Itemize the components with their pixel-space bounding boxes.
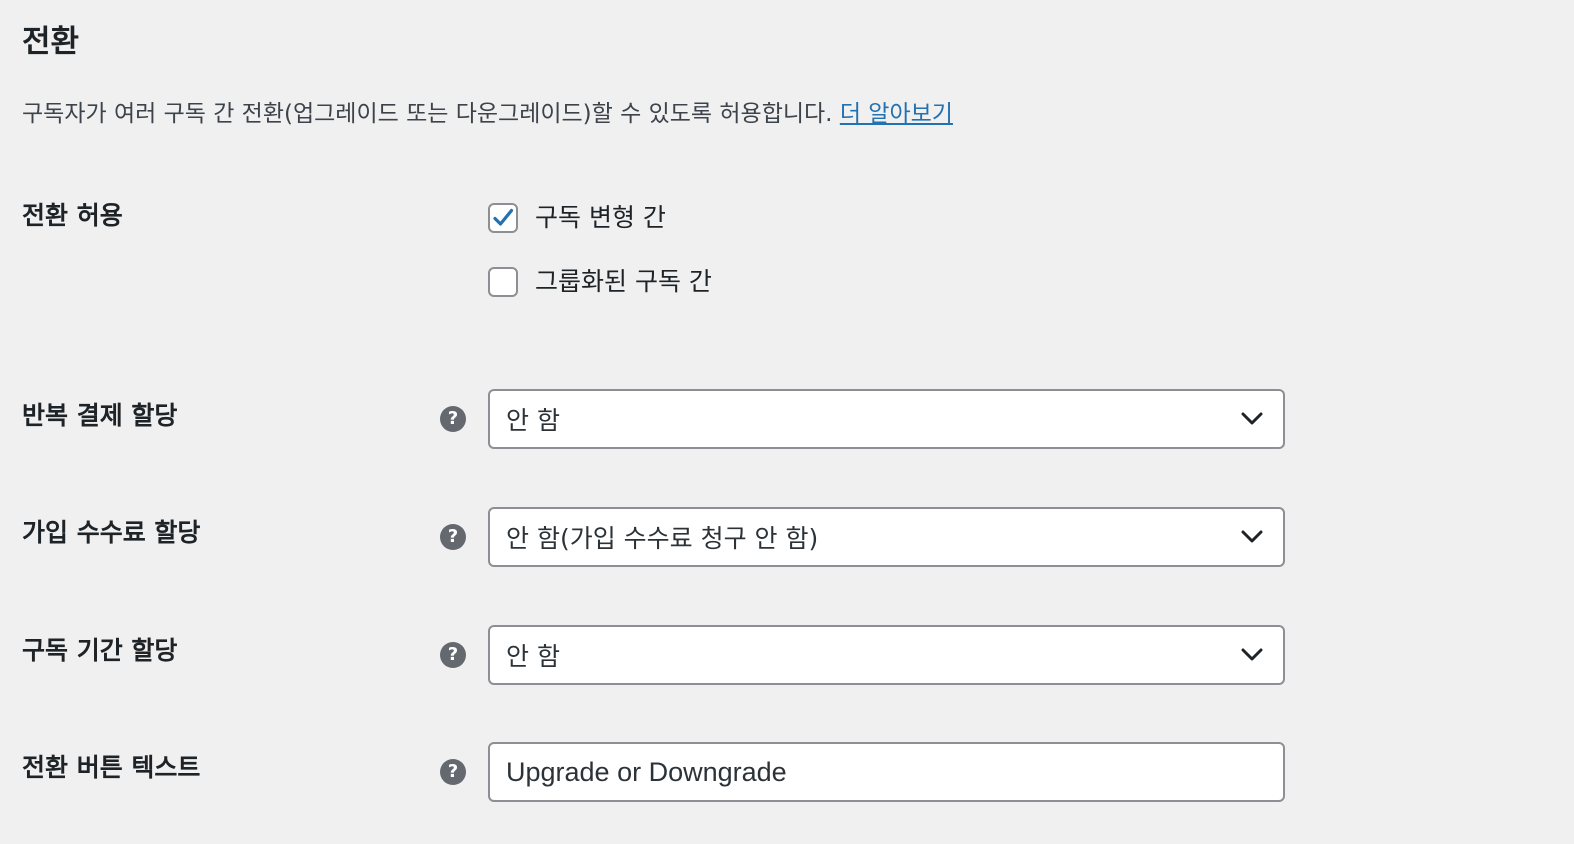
checkbox-label-variations: 구독 변형 간 xyxy=(535,203,666,232)
checkbox-row-grouped[interactable]: 그룹화된 구독 간 xyxy=(488,264,712,300)
signup-fee-select[interactable]: 안 함(가입 수수료 청구 안 함) xyxy=(488,507,1285,567)
recurring-payment-value: 안 함 xyxy=(506,406,560,435)
chevron-down-icon xyxy=(1239,524,1265,550)
signup-fee-value: 안 함(가입 수수료 청구 안 함) xyxy=(506,524,819,553)
chevron-down-icon xyxy=(1239,642,1265,668)
button-text-field[interactable] xyxy=(488,742,1285,802)
help-question-icon[interactable]: ? xyxy=(440,406,466,432)
chevron-down-icon xyxy=(1239,406,1265,432)
allow-switching-label: 전환 허용 xyxy=(22,201,123,230)
description-text: 구독자가 여러 구독 간 전환(업그레이드 또는 다운그레이드)할 수 있도록 … xyxy=(22,101,833,127)
help-question-icon[interactable]: ? xyxy=(440,759,466,785)
button-text-input[interactable] xyxy=(506,756,1267,788)
section-description: 구독자가 여러 구독 간 전환(업그레이드 또는 다운그레이드)할 수 있도록 … xyxy=(22,96,953,132)
checkbox-variations[interactable] xyxy=(488,203,518,233)
recurring-payment-select[interactable]: 안 함 xyxy=(488,389,1285,449)
section-title: 전환 xyxy=(22,24,80,60)
signup-fee-label: 가입 수수료 할당 xyxy=(22,518,201,547)
subscription-length-label: 구독 기간 할당 xyxy=(22,636,178,665)
checkmark-icon xyxy=(493,208,514,226)
subscription-length-value: 안 함 xyxy=(506,642,560,671)
checkbox-label-grouped: 그룹화된 구독 간 xyxy=(535,267,712,296)
checkbox-row-variations[interactable]: 구독 변형 간 xyxy=(488,200,666,236)
subscription-length-select[interactable]: 안 함 xyxy=(488,625,1285,685)
help-question-icon[interactable]: ? xyxy=(440,642,466,668)
recurring-payment-label: 반복 결제 할당 xyxy=(22,401,178,430)
learn-more-link[interactable]: 더 알아보기 xyxy=(840,101,953,127)
button-text-label: 전환 버튼 텍스트 xyxy=(22,753,201,782)
help-question-icon[interactable]: ? xyxy=(440,524,466,550)
checkbox-grouped[interactable] xyxy=(488,267,518,297)
